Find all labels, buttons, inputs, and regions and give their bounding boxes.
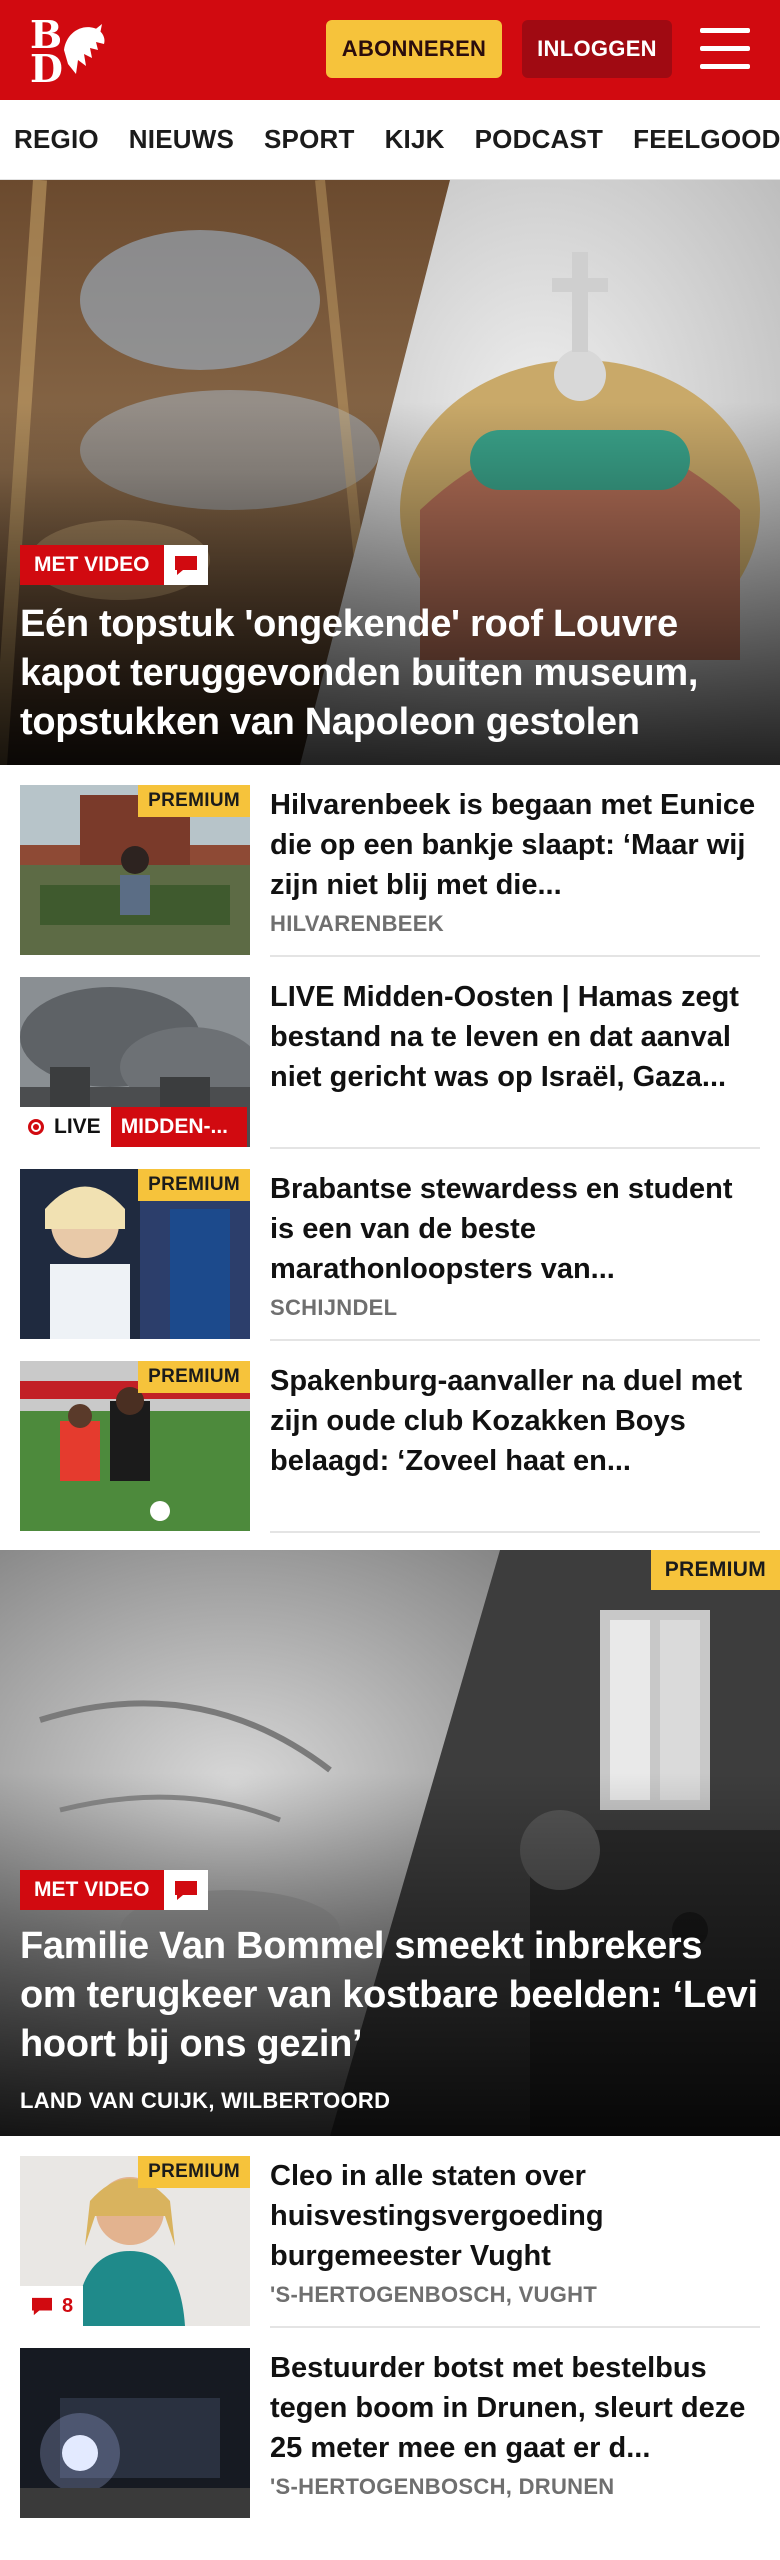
site-header: B D ABONNEREN INLOGGEN — [0, 0, 780, 100]
divider — [270, 1531, 760, 1533]
list-item[interactable]: LIVE MIDDEN-... LIVE Midden-Oosten | Ham… — [0, 957, 780, 1149]
nav-item-regio[interactable]: REGIO — [14, 124, 99, 155]
article-thumbnail — [20, 2348, 250, 2518]
article-title: Hilvarenbeek is begaan met Eunice die op… — [270, 789, 756, 901]
premium-badge: PREMIUM — [650, 1550, 780, 1590]
article-title: LIVE Midden-Oosten | Hamas zegt bestand … — [270, 981, 739, 1093]
hero-article-louvre[interactable]: MET VIDEO Eén topstuk 'ongekende' roof L… — [0, 180, 780, 765]
article-location: SCHIJNDEL — [270, 1295, 398, 1320]
premium-badge: PREMIUM — [138, 785, 250, 817]
hamburger-menu-icon[interactable] — [698, 26, 752, 72]
hero-title: Familie Van Bommel smeekt inbrekers om t… — [20, 1925, 758, 2065]
login-button[interactable]: INLOGGEN — [522, 20, 672, 78]
video-badge: MET VIDEO — [20, 545, 164, 585]
list-item[interactable]: PREMIUM Brabantse stewardess en student … — [0, 1149, 780, 1341]
list-item[interactable]: PREMIUM 8 Cleo in alle staten over huisv… — [0, 2136, 780, 2328]
list-item[interactable]: Bestuurder botst met bestelbus tegen boo… — [0, 2328, 780, 2520]
comment-icon — [163, 1870, 208, 1910]
article-location: 'S-HERTOGENBOSCH, DRUNEN — [270, 2474, 615, 2499]
live-dot-icon — [28, 1119, 44, 1135]
nav-item-nieuws[interactable]: NIEUWS — [129, 124, 234, 155]
hero-badges: MET VIDEO — [20, 545, 208, 585]
article-thumbnail: LIVE MIDDEN-... — [20, 977, 250, 1147]
comment-icon — [163, 545, 208, 585]
article-location: 'S-HERTOGENBOSCH, VUGHT — [270, 2282, 598, 2307]
article-title: Bestuurder botst met bestelbus tegen boo… — [270, 2352, 746, 2464]
premium-badge: PREMIUM — [138, 1169, 250, 1201]
hero-article-van-bommel[interactable]: PREMIUM MET VIDEO Familie Van Bommel sme… — [0, 1550, 780, 2136]
subscribe-button[interactable]: ABONNEREN — [326, 20, 502, 78]
nav-item-feelgood[interactable]: FEELGOOD — [633, 124, 780, 155]
live-category: MIDDEN-... — [110, 1107, 247, 1147]
premium-badge: PREMIUM — [138, 1361, 250, 1393]
video-badge: MET VIDEO — [20, 1870, 164, 1910]
section-nav: REGIO NIEUWS SPORT KIJK PODCAST FEELGOOD… — [0, 100, 780, 180]
article-location: HILVARENBEEK — [270, 911, 444, 936]
list-item[interactable]: PREMIUM Hilvarenbeek is begaan met Eunic… — [0, 765, 780, 957]
article-title: Cleo in alle staten over huisvestingsver… — [270, 2160, 604, 2272]
hero-location: LAND VAN CUIJK, WILBERTOORD — [20, 2088, 391, 2113]
live-tag: LIVE MIDDEN-... — [20, 1107, 247, 1147]
article-thumbnail: PREMIUM — [20, 1361, 250, 1531]
nav-item-sport[interactable]: SPORT — [264, 124, 355, 155]
nav-item-kijk[interactable]: KIJK — [385, 124, 445, 155]
premium-badge: PREMIUM — [138, 2156, 250, 2188]
comment-count: 8 — [20, 2286, 84, 2326]
site-logo[interactable]: B D — [26, 16, 112, 88]
article-thumbnail: PREMIUM — [20, 785, 250, 955]
article-thumbnail: PREMIUM — [20, 1169, 250, 1339]
dragon-logo-icon — [64, 24, 105, 74]
comment-icon — [32, 2297, 52, 2316]
live-indicator: LIVE — [20, 1107, 111, 1147]
hero-title: Eén topstuk 'ongekende' roof Louvre kapo… — [20, 603, 699, 743]
nav-item-podcast[interactable]: PODCAST — [475, 124, 604, 155]
article-thumbnail: PREMIUM 8 — [20, 2156, 250, 2326]
article-title: Brabantse stewardess en student is een v… — [270, 1173, 733, 1285]
article-title: Spakenburg-aanvaller na duel met zijn ou… — [270, 1365, 743, 1477]
list-item[interactable]: PREMIUM Spakenburg-aanvaller na duel met… — [0, 1341, 780, 1533]
hero-badges: MET VIDEO — [20, 1870, 208, 1910]
